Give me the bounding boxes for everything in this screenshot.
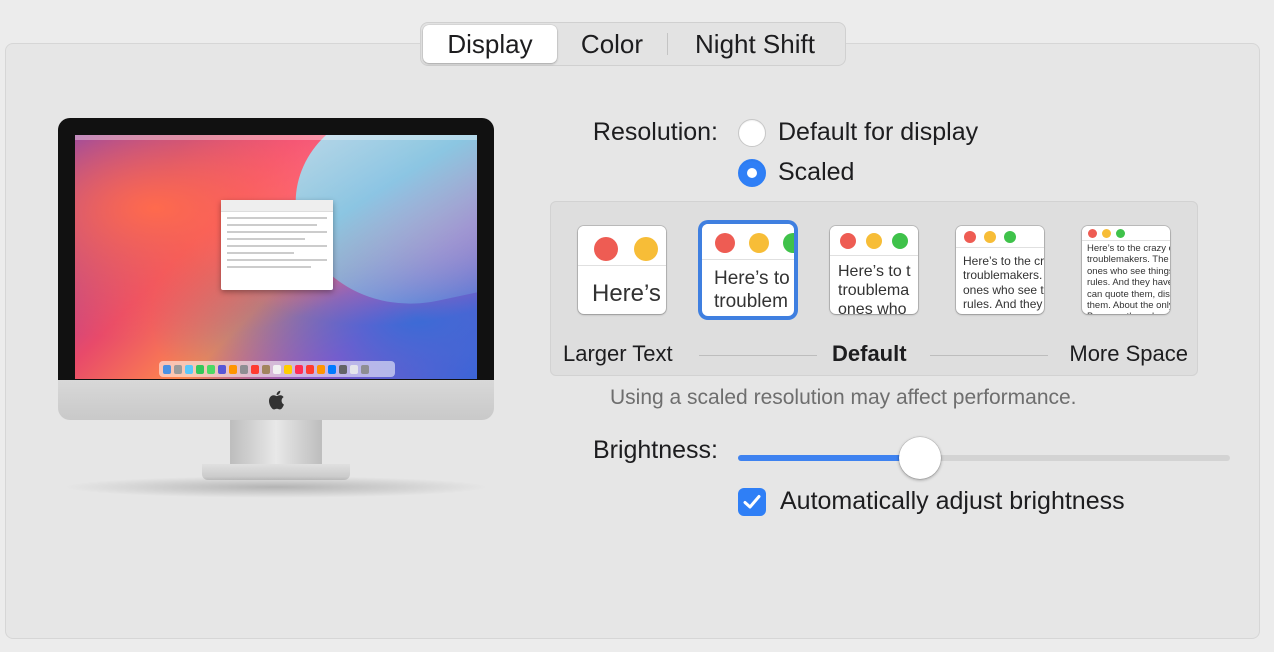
imac-stand	[230, 420, 322, 466]
screen-dock	[159, 361, 395, 377]
scale-option-larger-text[interactable]: Here’s	[578, 226, 666, 314]
radio-label: Default for display	[778, 118, 979, 146]
scale-option-3[interactable]: Here’s to t troublema ones who	[830, 226, 918, 314]
brightness-slider-knob[interactable]	[899, 437, 942, 479]
scale-option-default[interactable]: Here’s to troublem	[702, 224, 794, 316]
tab-bar: Display Color Night Shift	[420, 22, 846, 66]
scale-label-larger-text: Larger Text	[563, 341, 673, 366]
imac-bezel	[58, 118, 494, 380]
preview-text: Here’s to the cr troublemakers. ones who…	[963, 254, 1044, 312]
scale-option-4[interactable]: Here’s to the cr troublemakers. ones who…	[956, 226, 1044, 314]
radio-button-selected[interactable]	[738, 158, 766, 187]
display-illustration	[58, 118, 494, 498]
brightness-slider-fill	[738, 455, 921, 461]
scale-option-more-space[interactable]: Here’s to the crazy one troublemakers. T…	[1082, 226, 1170, 314]
scale-label-default: Default	[832, 341, 907, 366]
brightness-label: Brightness:	[592, 436, 718, 464]
scale-labels: Larger Text Default More Space	[563, 341, 1188, 369]
radio-scaled[interactable]: Scaled	[738, 158, 854, 187]
preview-text: Here’s to t troublema ones who	[838, 263, 911, 314]
apple-logo-icon	[269, 390, 284, 410]
radio-label: Scaled	[778, 158, 855, 186]
radio-button[interactable]	[738, 118, 766, 147]
scale-divider-left	[699, 355, 817, 356]
preview-text: Here’s	[592, 280, 661, 307]
performance-note: Using a scaled resolution may affect per…	[610, 386, 1077, 409]
preview-text: Here’s to troublem	[714, 268, 790, 312]
preview-text: Here’s to the crazy one troublemakers. T…	[1087, 243, 1170, 314]
screen-menubar	[75, 135, 477, 140]
imac-shadow	[62, 476, 490, 498]
imac-screen	[75, 135, 477, 379]
tab-night-shift[interactable]: Night Shift	[668, 25, 842, 63]
screen-document-window	[221, 200, 333, 290]
tab-display[interactable]: Display	[423, 25, 557, 63]
brightness-slider[interactable]	[738, 455, 1230, 461]
scale-divider-right	[930, 355, 1048, 356]
auto-brightness-label: Automatically adjust brightness	[780, 487, 1125, 515]
radio-default-for-display[interactable]: Default for display	[738, 118, 978, 147]
tab-color[interactable]: Color	[557, 25, 667, 63]
auto-brightness-checkbox-row[interactable]: Automatically adjust brightness	[738, 487, 1125, 516]
scale-label-more-space: More Space	[1069, 341, 1188, 366]
resolution-label: Resolution:	[592, 118, 718, 146]
auto-brightness-checkbox[interactable]	[738, 487, 766, 516]
checkmark-icon	[743, 494, 761, 508]
imac-chin	[58, 380, 494, 420]
